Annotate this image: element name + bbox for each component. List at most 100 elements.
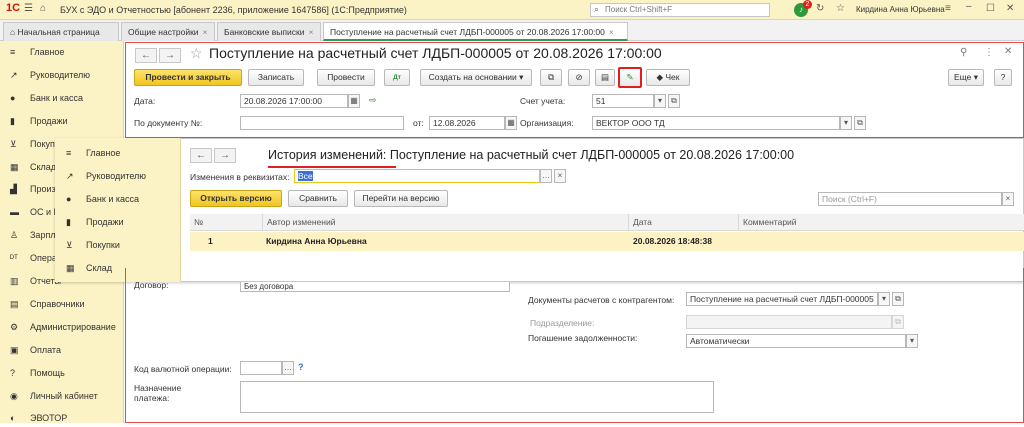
close-form-icon[interactable]: ✕: [1004, 46, 1012, 57]
clear-icon[interactable]: ×: [554, 169, 566, 183]
calendar-icon[interactable]: ▦: [348, 94, 360, 108]
history-forward-button[interactable]: →: [214, 148, 236, 163]
cart-icon: ⊻: [10, 138, 17, 149]
help-button[interactable]: ?: [994, 69, 1012, 86]
history-back-button[interactable]: ←: [190, 148, 212, 163]
attach-icon[interactable]: ⊘: [568, 69, 590, 86]
column-header-comment[interactable]: Комментарий: [738, 214, 1024, 231]
sidebar-item[interactable]: ▮ Продажи: [0, 112, 124, 130]
sidebar-item[interactable]: ◐ ЭВОТОР: [0, 409, 124, 427]
structure-icon[interactable]: ⧉: [540, 69, 562, 86]
minimize-icon[interactable]: –: [966, 1, 972, 12]
create-based-on-button[interactable]: Создать на основании ▾: [420, 69, 532, 86]
account-input[interactable]: 51: [592, 94, 654, 108]
change-history-icon[interactable]: ✎: [618, 67, 642, 88]
sidebar-item[interactable]: ↗ Руководителю: [56, 167, 180, 185]
forward-button[interactable]: →: [159, 48, 181, 63]
home-tab-icon: ⌂: [10, 27, 18, 37]
tab-general-settings[interactable]: Общие настройки ×: [121, 22, 215, 41]
more-actions-button[interactable]: Еще ▾: [948, 69, 984, 86]
select-icon[interactable]: …: [282, 361, 294, 375]
gear-icon: ⚙: [10, 321, 19, 332]
sidebar-item[interactable]: ▤ Справочники: [0, 295, 124, 313]
sidebar-item[interactable]: ≡ Главное: [56, 144, 180, 162]
sidebar-item-label: Склад: [86, 262, 113, 273]
compare-button[interactable]: Сравнить: [288, 190, 348, 207]
cart-icon: ⊻: [66, 239, 73, 250]
sidebar-item[interactable]: ? Помощь: [0, 364, 124, 382]
currency-op-input[interactable]: [240, 361, 282, 375]
dropdown-icon[interactable]: ▾: [906, 334, 918, 348]
history-search-input[interactable]: Поиск (Ctrl+F): [818, 192, 1002, 206]
open-version-button[interactable]: Открыть версию: [190, 190, 282, 207]
sidebar-item[interactable]: ● Банк и касса: [56, 190, 180, 208]
dropdown-icon[interactable]: ▾: [878, 292, 890, 306]
contract-input[interactable]: Без договора: [240, 282, 510, 292]
favorites-star-icon[interactable]: ☆: [836, 3, 845, 14]
search-icon: ⌕: [594, 4, 600, 14]
doc-number-label: По документу №:: [134, 118, 203, 128]
sidebar-item[interactable]: ◉ Личный кабинет: [0, 387, 124, 405]
from-date-input[interactable]: 12.08.2026: [429, 116, 505, 130]
dropdown-icon[interactable]: ▾: [840, 116, 852, 130]
favorite-star-icon[interactable]: ☆: [190, 45, 203, 62]
dt-kt-postings-icon[interactable]: Дт: [384, 69, 410, 86]
goto-version-button[interactable]: Перейти на версию: [354, 190, 448, 207]
receipt-check-button[interactable]: ◆ Чек: [646, 69, 690, 86]
calendar-icon[interactable]: ▦: [505, 116, 517, 130]
close-tab-icon[interactable]: ×: [609, 27, 614, 37]
history-icon[interactable]: ↻: [816, 3, 824, 14]
wallet-icon: ▣: [10, 344, 19, 355]
clear-search-icon[interactable]: ×: [1002, 192, 1014, 206]
save-button[interactable]: Записать: [248, 69, 304, 86]
sidebar-item[interactable]: ● Банк и касса: [0, 89, 124, 107]
close-window-icon[interactable]: ✕: [1006, 3, 1014, 14]
menu-icon[interactable]: ☰: [24, 3, 33, 14]
open-icon[interactable]: ⧉: [854, 116, 866, 130]
sidebar-item-label: Руководителю: [30, 69, 91, 80]
repayment-select[interactable]: Автоматически: [686, 334, 906, 348]
post-button[interactable]: Провести: [317, 69, 375, 86]
sidebar-item[interactable]: ↗ Руководителю: [0, 66, 124, 84]
purpose-textarea[interactable]: [240, 381, 714, 413]
column-header-author[interactable]: Автор изменений: [262, 214, 628, 231]
tab-bank-statements[interactable]: Банковские выписки ×: [217, 22, 321, 41]
dropdown-icon[interactable]: ▾: [654, 94, 666, 108]
settings-icon[interactable]: ≡: [945, 3, 951, 14]
help-question-icon[interactable]: ?: [298, 362, 304, 372]
more-vertical-icon[interactable]: ⋮: [984, 47, 994, 58]
select-icon[interactable]: …: [540, 169, 552, 183]
sidebar-item[interactable]: ▣ Оплата: [0, 341, 124, 359]
sidebar-item-label: Продажи: [86, 216, 124, 227]
organization-input[interactable]: ВЕКТОР ООО ТД: [592, 116, 840, 130]
close-tab-icon[interactable]: ×: [308, 27, 313, 37]
close-tab-icon[interactable]: ×: [203, 27, 208, 37]
tab-home[interactable]: ⌂ Начальная страница: [3, 22, 119, 41]
sidebar-item[interactable]: ⊻ Покупки: [56, 236, 180, 254]
maximize-icon[interactable]: ☐: [986, 3, 995, 14]
back-button[interactable]: ←: [135, 48, 157, 63]
open-icon: ⧉: [892, 315, 904, 329]
column-header-date[interactable]: Дата: [628, 214, 738, 231]
from-date-label: от:: [413, 118, 424, 128]
home-icon[interactable]: ⌂: [40, 3, 46, 14]
sidebar-item[interactable]: ≡ Главное: [0, 43, 124, 61]
print-icon[interactable]: ▤: [595, 69, 615, 86]
tab-receipt-document[interactable]: Поступление на расчетный счет ЛДБП-00000…: [323, 22, 628, 41]
doc-number-input[interactable]: [240, 116, 404, 130]
post-and-close-button[interactable]: Провести и закрыть: [134, 69, 242, 86]
settlement-docs-input[interactable]: Поступление на расчетный счет ЛДБП-00000…: [686, 292, 878, 306]
date-arrow-icon[interactable]: ⇨: [369, 95, 377, 106]
filter-input[interactable]: Все: [294, 169, 540, 183]
date-input[interactable]: 20.08.2026 17:00:00: [240, 94, 348, 108]
column-header-number[interactable]: №: [190, 214, 262, 231]
sidebar-item[interactable]: ⚙ Администрирование: [0, 318, 124, 336]
factory-icon: ▟: [10, 184, 17, 195]
organization-label: Организация:: [520, 118, 574, 128]
current-user[interactable]: Кирдина Анна Юрьевна: [856, 5, 945, 14]
global-search-input[interactable]: ⌕ Поиск Ctrl+Shift+F: [590, 3, 770, 17]
open-icon[interactable]: ⧉: [668, 94, 680, 108]
link-icon[interactable]: ⚲: [960, 47, 967, 58]
open-icon[interactable]: ⧉: [892, 292, 904, 306]
sidebar-item[interactable]: ▮ Продажи: [56, 213, 180, 231]
